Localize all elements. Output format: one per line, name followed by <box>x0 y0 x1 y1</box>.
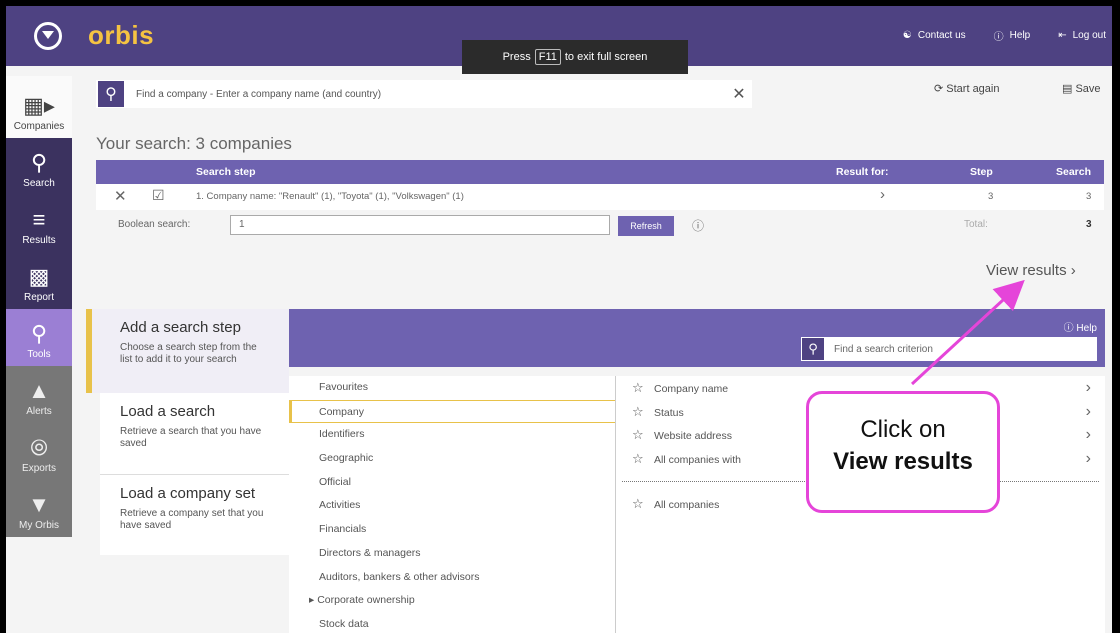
app-frame: orbis ☯ Contact us ⓘ Help ⇤ Log out Pres… <box>6 6 1112 633</box>
annotation-arrow <box>910 279 1025 386</box>
